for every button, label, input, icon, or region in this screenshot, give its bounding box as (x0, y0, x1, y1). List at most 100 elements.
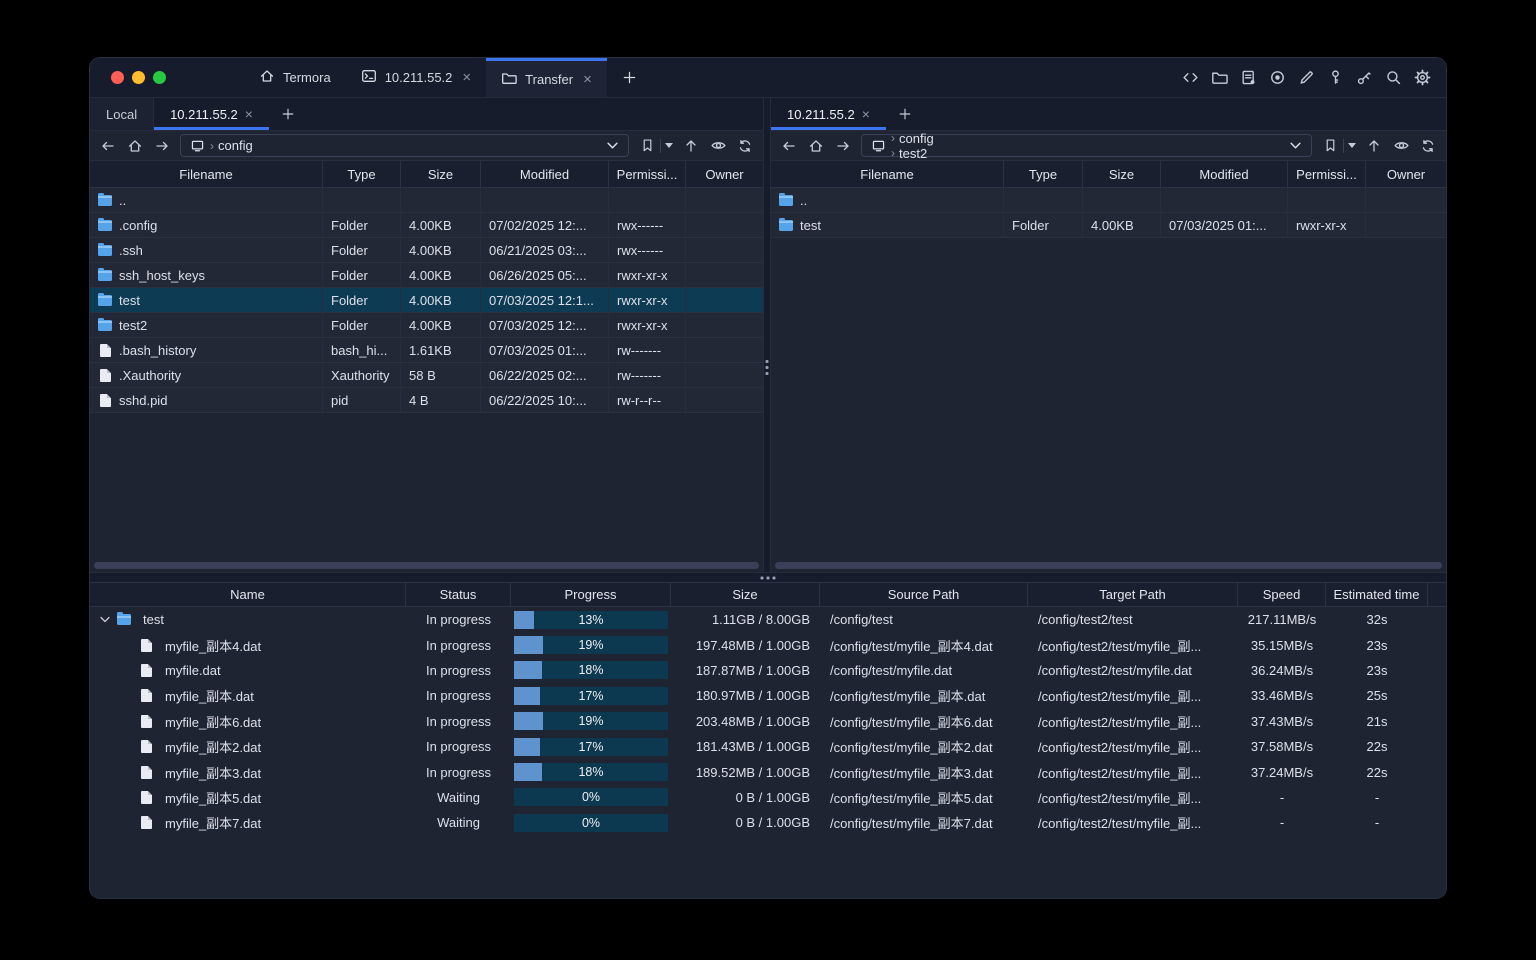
edit-icon[interactable] (1297, 69, 1315, 87)
horizontal-scrollbar[interactable] (94, 562, 759, 569)
key-icon[interactable] (1326, 69, 1344, 87)
tab-transfer[interactable]: Transfer × (486, 58, 607, 97)
transfer-row[interactable]: test In progress 13% 1.11GB / 8.00GB /co… (90, 607, 1446, 632)
upload-icon[interactable] (1365, 137, 1383, 155)
back-icon[interactable] (99, 137, 117, 155)
transfer-row[interactable]: myfile_副本6.dat In progress 19% 203.48MB … (90, 709, 1446, 734)
progress-cell: 13% (511, 607, 671, 632)
tab-remote-host[interactable]: 10.211.55.2 × (771, 98, 886, 130)
close-tab-icon[interactable]: × (583, 71, 592, 88)
file-row[interactable]: .bash_history bash_hi... 1.61KB 07/03/20… (90, 338, 763, 363)
refresh-icon[interactable] (1419, 137, 1437, 155)
progress-bar: 17% (514, 737, 668, 756)
file-row[interactable]: .. (90, 188, 763, 213)
zoom-window-button[interactable] (153, 71, 166, 84)
column-header[interactable]: Permissi... (1288, 161, 1366, 187)
file-row[interactable]: .. (771, 188, 1446, 213)
close-window-button[interactable] (111, 71, 124, 84)
column-header[interactable]: Type (323, 161, 401, 187)
record-icon[interactable] (1268, 69, 1286, 87)
upload-icon[interactable] (682, 137, 700, 155)
tab-host[interactable]: 10.211.55.2 × (346, 58, 486, 97)
file-row[interactable]: test Folder 4.00KB 07/03/2025 01:... rwx… (771, 213, 1446, 238)
column-header[interactable]: Owner (686, 161, 763, 187)
file-row[interactable]: .config Folder 4.00KB 07/02/2025 12:... … (90, 213, 763, 238)
back-icon[interactable] (780, 137, 798, 155)
column-header[interactable]: Filename (771, 161, 1004, 187)
file-row[interactable]: test Folder 4.00KB 07/03/2025 12:1... rw… (90, 288, 763, 313)
new-panel-tab-button[interactable] (269, 98, 307, 130)
file-row[interactable]: sshd.pid pid 4 B 06/22/2025 10:... rw-r-… (90, 388, 763, 413)
home-icon[interactable] (126, 137, 144, 155)
transfer-row[interactable]: myfile_副本4.dat In progress 19% 197.48MB … (90, 632, 1446, 657)
forward-icon[interactable] (834, 137, 852, 155)
folder-icon[interactable] (1210, 69, 1228, 87)
transfer-table-body: test In progress 13% 1.11GB / 8.00GB /co… (90, 607, 1446, 836)
transfer-row[interactable]: myfile.dat In progress 18% 187.87MB / 1.… (90, 658, 1446, 683)
settings-icon[interactable] (1413, 69, 1431, 87)
new-panel-tab-button[interactable] (886, 98, 924, 130)
transfer-row[interactable]: myfile_副本2.dat In progress 17% 181.43MB … (90, 734, 1446, 759)
filename-cell: test (771, 213, 1004, 237)
column-header[interactable]: Owner (1366, 161, 1446, 187)
column-header[interactable]: Status (406, 583, 511, 606)
file-row[interactable]: ssh_host_keys Folder 4.00KB 06/26/2025 0… (90, 263, 763, 288)
expand-chevron-icon[interactable] (98, 613, 112, 627)
close-tab-icon[interactable]: × (245, 106, 253, 122)
keychain-icon[interactable] (1355, 69, 1373, 87)
home-icon[interactable] (807, 137, 825, 155)
chevron-down-icon[interactable] (603, 137, 621, 155)
transfer-row[interactable]: myfile_副本3.dat In progress 18% 189.52MB … (90, 759, 1446, 784)
file-row[interactable]: .Xauthority Xauthority 58 B 06/22/2025 0… (90, 363, 763, 388)
breadcrumb[interactable]: › config › test2 (861, 131, 1312, 161)
column-header[interactable]: Type (1004, 161, 1083, 187)
code-icon[interactable] (1181, 69, 1199, 87)
breadcrumb-segment[interactable]: › config (891, 131, 934, 146)
new-tab-button[interactable] (607, 58, 652, 97)
tab-remote-host[interactable]: 10.211.55.2 × (154, 98, 269, 130)
size-cell: 4.00KB (401, 313, 481, 337)
progress-label: 18% (578, 765, 604, 780)
transfer-splitter[interactable] (90, 572, 1446, 583)
column-header[interactable]: Source Path (820, 583, 1028, 606)
column-header[interactable]: Filename (90, 161, 323, 187)
breadcrumb-segment[interactable]: › test2 (891, 146, 934, 161)
forward-icon[interactable] (153, 137, 171, 155)
refresh-icon[interactable] (736, 137, 754, 155)
column-header[interactable]: Estimated time (1326, 583, 1428, 606)
column-header[interactable]: Modified (1161, 161, 1288, 187)
breadcrumb-segment[interactable]: › config (210, 138, 253, 153)
column-header[interactable]: Permissi... (609, 161, 686, 187)
file-row[interactable]: test2 Folder 4.00KB 07/03/2025 12:... rw… (90, 313, 763, 338)
close-tab-icon[interactable]: × (462, 69, 471, 86)
column-header[interactable]: Size (1083, 161, 1161, 187)
breadcrumb[interactable]: › config (180, 134, 629, 157)
column-header[interactable]: Name (90, 583, 406, 606)
close-tab-icon[interactable]: × (862, 106, 870, 122)
search-icon[interactable] (1384, 69, 1402, 87)
bookmark-icon[interactable] (638, 137, 656, 155)
file-row[interactable]: .ssh Folder 4.00KB 06/21/2025 03:... rwx… (90, 238, 763, 263)
chevron-down-icon[interactable] (1286, 137, 1304, 155)
bookmark-dropdown-icon[interactable] (1348, 143, 1356, 148)
tab-label: Local (106, 106, 138, 122)
tab-local[interactable]: Local (90, 98, 155, 130)
horizontal-scrollbar[interactable] (775, 562, 1442, 569)
transfer-row[interactable]: myfile_副本.dat In progress 17% 180.97MB /… (90, 683, 1446, 708)
column-header[interactable]: Progress (511, 583, 671, 606)
transfer-row[interactable]: myfile_副本5.dat Waiting 0% 0 B / 1.00GB /… (90, 785, 1446, 810)
column-header[interactable]: Speed (1238, 583, 1326, 606)
column-header[interactable]: Size (401, 161, 481, 187)
show-hidden-icon[interactable] (709, 137, 727, 155)
log-icon[interactable] (1239, 69, 1257, 87)
column-header[interactable]: Size (671, 583, 820, 606)
panel-divider[interactable] (763, 98, 771, 572)
column-header[interactable]: Modified (481, 161, 609, 187)
minimize-window-button[interactable] (132, 71, 145, 84)
tab-termora[interactable]: Termora (244, 58, 346, 97)
bookmark-dropdown-icon[interactable] (665, 143, 673, 148)
column-header[interactable]: Target Path (1028, 583, 1238, 606)
bookmark-icon[interactable] (1321, 137, 1339, 155)
transfer-row[interactable]: myfile_副本7.dat Waiting 0% 0 B / 1.00GB /… (90, 810, 1446, 835)
show-hidden-icon[interactable] (1392, 137, 1410, 155)
